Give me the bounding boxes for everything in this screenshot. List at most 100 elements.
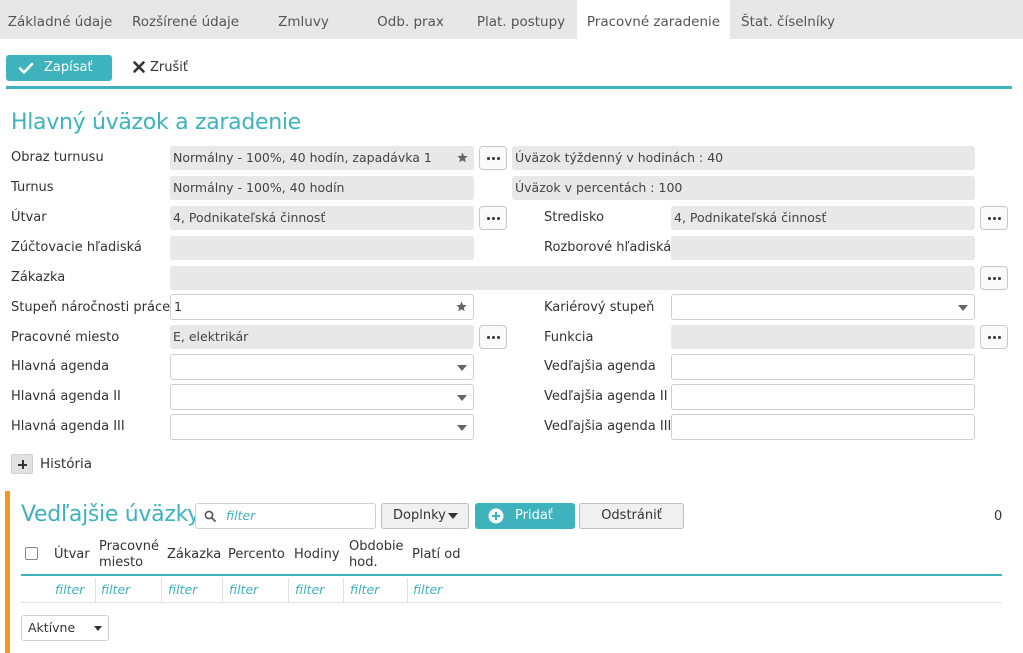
tab-plat-postupy[interactable]: Plat. postupy <box>465 0 577 39</box>
label-hlavna-agenda-2: Hlavná agenda II <box>11 389 121 404</box>
label-hlavna-agenda-3: Hlavná agenda III <box>11 419 125 434</box>
uvazok-tyzdenny-value: Úväzok týždenný v hodinách : 40 <box>515 150 724 165</box>
stupen-narocnosti-value: 1 <box>174 299 182 314</box>
label-vedlajsia-agenda: Vedľajšia agenda <box>544 359 656 374</box>
column-header-label: Percento <box>228 547 285 562</box>
label-hlavna-agenda: Hlavná agenda <box>11 359 110 374</box>
remove-button[interactable]: Odstrániť <box>579 503 684 529</box>
doplnky-label: Doplnky <box>393 508 446 523</box>
filter-search-input[interactable]: filter <box>195 503 376 529</box>
column-header-hodiny[interactable]: Hodiny <box>294 547 340 563</box>
column-filter-pracovne-miesto[interactable]: filter <box>101 582 130 597</box>
status-filter-value: Aktívne <box>28 620 76 635</box>
pracovne-miesto-value: E, elektrikár <box>173 329 249 344</box>
column-header-label: Obdobie <box>349 539 404 554</box>
column-header-obdobie-hod[interactable]: Obdobie hod. <box>349 539 404 571</box>
add-button[interactable]: Pridať <box>475 503 575 529</box>
doplnky-dropdown-button[interactable]: Doplnky <box>381 503 469 529</box>
column-header-plati-od[interactable]: Platí od <box>412 547 460 563</box>
column-separator <box>407 578 408 602</box>
table-header-divider <box>21 574 1002 576</box>
star-icon <box>457 152 468 163</box>
cancel-button[interactable]: Zrušiť <box>130 55 188 81</box>
vedlajsia-agenda-2-input[interactable] <box>671 384 975 410</box>
search-icon <box>204 510 216 522</box>
zakazka-field <box>170 266 975 290</box>
star-icon <box>456 301 467 312</box>
tab-stat-ciselniky[interactable]: Štat. číselníky <box>730 0 846 39</box>
label-pracovne-miesto: Pracovné miesto <box>11 330 120 345</box>
chevron-down-icon <box>457 425 467 431</box>
label-zakazka: Zákazka <box>11 270 66 285</box>
hlavna-agenda-2-select[interactable] <box>170 384 474 410</box>
label-utvar: Útvar <box>11 210 47 225</box>
label-stredisko: Stredisko <box>544 210 605 225</box>
tab-bar: Základné údaje Rozšírené údaje Zmluvy Od… <box>0 0 1023 39</box>
tab-zmluvy[interactable]: Zmluvy <box>251 0 356 39</box>
hlavna-agenda-3-select[interactable] <box>170 414 474 440</box>
stredisko-lookup-button[interactable] <box>980 206 1008 230</box>
column-filter-hodiny[interactable]: filter <box>295 582 324 597</box>
label-turnus: Turnus <box>11 180 54 195</box>
column-header-zakazka[interactable]: Zákazka <box>167 547 221 563</box>
filter-placeholder: filter <box>226 508 256 523</box>
add-button-label: Pridať <box>515 508 553 523</box>
column-header-pracovne-miesto[interactable]: Pracovné miesto <box>99 539 159 571</box>
column-separator <box>95 578 96 602</box>
label-rozborove-hladiska: Rozborové hľadiská <box>544 240 672 255</box>
obraz-turnusu-field[interactable]: Normálny - 100%, 40 hodín, zapadávka 1 <box>170 146 474 170</box>
column-header-label-line2: miesto <box>99 555 144 570</box>
column-filter-percento[interactable]: filter <box>229 582 258 597</box>
save-button[interactable]: Zapísať <box>6 55 112 81</box>
label-obraz-turnusu: Obraz turnusu <box>11 150 104 165</box>
column-filter-utvar[interactable]: filter <box>55 582 84 597</box>
column-header-utvar[interactable]: Útvar <box>54 547 90 563</box>
column-header-label: Platí od <box>412 547 461 562</box>
column-header-label: Útvar <box>54 547 90 562</box>
column-header-label: Hodiny <box>294 547 340 562</box>
historia-label: História <box>40 456 93 472</box>
vedlajsia-agenda-3-input[interactable] <box>671 414 975 440</box>
historia-expand-button[interactable] <box>11 454 33 474</box>
zakazka-lookup-button[interactable] <box>980 266 1008 290</box>
plus-circle-icon <box>488 508 504 524</box>
section-title-hlavny-uvazok: Hlavný úväzok a zaradenie <box>11 110 301 135</box>
stupen-narocnosti-input[interactable]: 1 <box>170 294 474 320</box>
turnus-field: Normálny - 100%, 40 hodín <box>170 176 474 200</box>
funkcia-lookup-button[interactable] <box>980 325 1008 349</box>
chevron-down-icon <box>958 305 968 311</box>
close-icon <box>133 61 145 73</box>
tab-rozsirene-udaje[interactable]: Rozšírené údaje <box>120 0 251 39</box>
tab-odb-prax[interactable]: Odb. prax <box>356 0 465 39</box>
label-funkcia: Funkcia <box>544 330 594 345</box>
tab-pracovne-zaradenie[interactable]: Pracovné zaradenie <box>577 0 730 39</box>
utvar-value: 4, Podnikateľská činnosť <box>173 210 326 225</box>
uvazok-percenta-field: Úväzok v percentách : 100 <box>512 176 975 200</box>
pracovne-miesto-field: E, elektrikár <box>170 325 474 349</box>
karierovy-stupen-select[interactable] <box>671 294 975 320</box>
chevron-down-icon <box>448 513 458 519</box>
rozborove-hladiska-field <box>671 236 975 260</box>
record-count: 0 <box>994 509 1003 524</box>
pracovne-miesto-lookup-button[interactable] <box>479 325 507 349</box>
column-separator <box>343 578 344 602</box>
status-filter-select[interactable]: Aktívne <box>21 615 109 641</box>
obraz-turnusu-lookup-button[interactable] <box>479 146 507 170</box>
column-filter-plati-od[interactable]: filter <box>413 582 442 597</box>
obraz-turnusu-value: Normálny - 100%, 40 hodín, zapadávka 1 <box>173 150 432 165</box>
column-header-percento[interactable]: Percento <box>228 547 285 563</box>
label-vedlajsia-agenda-2: Vedľajšia agenda II <box>544 389 668 404</box>
column-header-label: Zákazka <box>167 547 222 562</box>
column-filter-obdobie[interactable]: filter <box>350 582 379 597</box>
vedlajsia-agenda-input[interactable] <box>671 354 975 380</box>
utvar-lookup-button[interactable] <box>479 206 507 230</box>
label-zuctovacie-hladiska: Zúčtovacie hľadiská <box>11 240 142 255</box>
save-button-label: Zapísať <box>44 60 93 75</box>
funkcia-field <box>671 325 975 349</box>
tab-zakladne-udaje[interactable]: Základné údaje <box>0 0 120 39</box>
select-all-checkbox[interactable] <box>25 547 38 560</box>
hlavna-agenda-select[interactable] <box>170 354 474 380</box>
column-header-label: Pracovné <box>99 539 159 554</box>
turnus-value: Normálny - 100%, 40 hodín <box>173 180 345 195</box>
column-filter-zakazka[interactable]: filter <box>168 582 197 597</box>
